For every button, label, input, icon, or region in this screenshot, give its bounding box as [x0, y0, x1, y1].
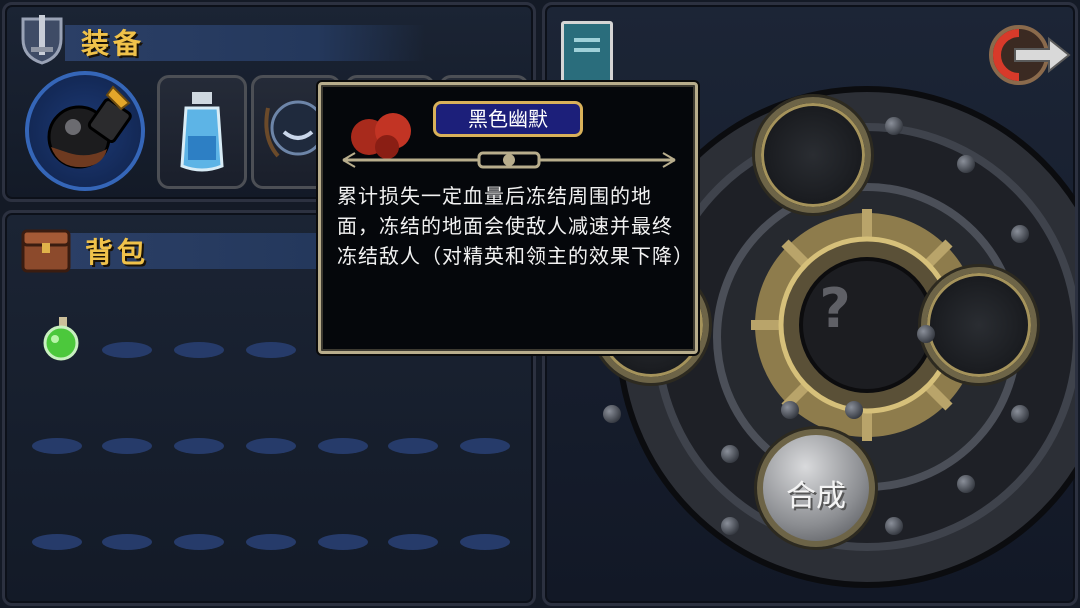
bag-slot[interactable] — [318, 534, 368, 550]
backpack-title: 背包 — [85, 236, 150, 269]
green-potion-icon — [43, 317, 79, 361]
tooltip-divider-ornament — [339, 147, 679, 173]
rivet — [885, 117, 903, 135]
equipment-title: 装备 — [81, 27, 146, 60]
rivet — [1011, 225, 1029, 243]
bag-slot[interactable] — [388, 534, 438, 550]
rivet — [1011, 405, 1029, 423]
rivet — [917, 325, 935, 343]
item-description: 累计损失一定血量后冻结周围的地面，冻结的地面会使敌人减速并最终冻结敌人（对精英和… — [337, 184, 694, 268]
book-icon[interactable] — [561, 21, 613, 83]
bag-slot[interactable] — [174, 534, 224, 550]
frost-potion-icon — [180, 92, 224, 172]
bag-slot[interactable] — [388, 438, 438, 454]
item-name: 黑色幽默 — [468, 107, 548, 131]
rivet — [603, 405, 621, 423]
item-tooltip: 黑色幽默 累计损失一定血量后冻结周围的地面，冻结的地面会使敌人减速并最终冻结敌人… — [318, 82, 698, 354]
rivet — [957, 475, 975, 493]
bag-slot[interactable] — [460, 534, 510, 550]
backpack-chest-icon — [19, 227, 73, 273]
bag-slot[interactable] — [174, 342, 224, 358]
combine-button[interactable]: 合成 — [757, 429, 875, 547]
equipped-weapon-slot[interactable] — [25, 71, 145, 191]
bag-slot[interactable] — [102, 534, 152, 550]
rivet — [845, 401, 863, 419]
crafting-socket-right[interactable] — [921, 267, 1037, 383]
bag-slot[interactable] — [460, 438, 510, 454]
sword-shield-icon — [19, 13, 65, 65]
rivet — [721, 445, 739, 463]
exit-arrow-icon[interactable] — [985, 21, 1071, 87]
item-name-plate: 黑色幽默 — [433, 101, 583, 137]
black-bomb-weapon-icon — [47, 85, 132, 169]
bag-slot[interactable] — [32, 438, 82, 454]
bag-slot[interactable] — [102, 342, 152, 358]
backpack-item-green-potion[interactable] — [39, 313, 87, 361]
equipment-slot-potion[interactable] — [157, 75, 247, 189]
rivet — [781, 401, 799, 419]
bag-slot[interactable] — [318, 438, 368, 454]
rivet — [885, 517, 903, 535]
mystery-result-symbol: ? — [819, 277, 851, 340]
bag-slot[interactable] — [246, 438, 296, 454]
rivet — [721, 517, 739, 535]
bag-slot[interactable] — [246, 342, 296, 358]
crafting-socket-top[interactable] — [755, 97, 871, 213]
bag-slot[interactable] — [174, 438, 224, 454]
bag-slot[interactable] — [32, 534, 82, 550]
bag-slot[interactable] — [102, 438, 152, 454]
book-line — [574, 48, 600, 52]
bag-slot[interactable] — [246, 534, 296, 550]
combine-label: 合成 — [786, 479, 846, 514]
book-line — [574, 38, 600, 42]
rivet — [957, 155, 975, 173]
